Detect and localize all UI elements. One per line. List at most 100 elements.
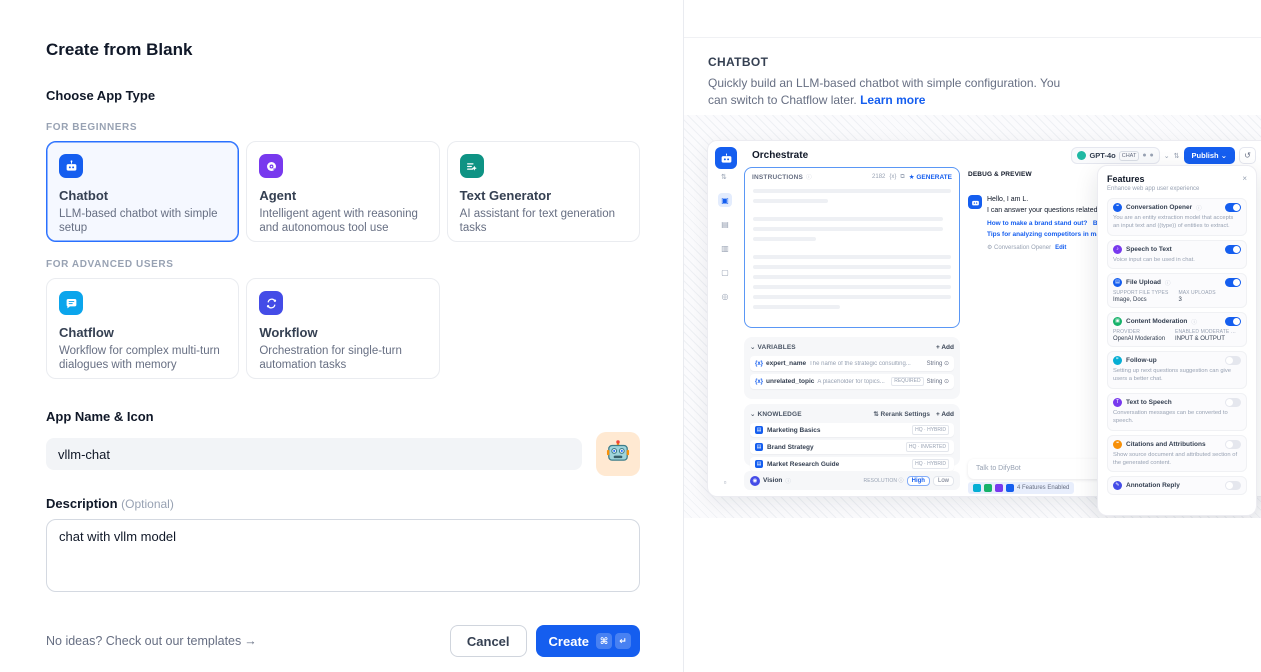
feature-follow-up: ❞ Follow-up Setting up next questions su… — [1107, 351, 1247, 389]
app-type-info-panel: CHATBOT Quickly build an LLM-based chatb… — [683, 0, 1261, 672]
instructions-skeleton — [745, 184, 959, 320]
collapse-icon: ▫ — [718, 475, 732, 489]
preview-app-icon — [715, 147, 737, 169]
resolution-high-chip: High — [907, 476, 930, 486]
toggle-follow-up[interactable] — [1225, 356, 1241, 365]
follow-up-icon: ❞ — [1113, 356, 1122, 365]
speech-to-text-icon: ♪ — [1113, 245, 1122, 254]
app-type-desc: Intelligent agent with reasoning and aut… — [259, 207, 426, 235]
robot-emoji-icon — [605, 439, 631, 470]
cancel-button[interactable]: Cancel — [450, 625, 527, 657]
orchestrate-title: Orchestrate — [752, 150, 808, 161]
templates-link[interactable]: No ideas? Check out our templates→ — [46, 634, 257, 648]
edit-opener-link: Edit — [1055, 245, 1066, 251]
feature-conversation-opener: ❝ Conversation Openerⓘ You are an entity… — [1107, 198, 1247, 236]
feature-content-moderation: ▣ Content Moderationⓘ PROVIDEROpenAI Mod… — [1107, 312, 1247, 347]
app-name-input[interactable] — [46, 438, 582, 470]
text-generator-icon — [460, 154, 484, 178]
app-name-label: App Name & Icon — [46, 409, 640, 424]
rerank-settings-button: ⇅ Rerank Settings — [873, 410, 930, 418]
create-button[interactable]: Create ⌘ ↵ — [536, 625, 640, 657]
instructions-panel: INSTRUCTIONS ⓘ 2182 {x} ⧉ ★ GENERATE — [744, 167, 960, 328]
for-advanced-users-label: FOR ADVANCED USERS — [46, 259, 640, 270]
toggle-content-moderation[interactable] — [1225, 317, 1241, 326]
model-selector: GPT-4o CHAT ● ● — [1071, 147, 1159, 164]
logs-icon: ▥ — [718, 241, 732, 255]
annotation-icon: ▢ — [718, 265, 732, 279]
feature-text-to-speech: T Text to Speech Conversation messages c… — [1107, 393, 1247, 431]
agent-icon — [259, 154, 283, 178]
knowledge-panel: ⌄ KNOWLEDGE ⇅ Rerank Settings + Add ▤ Ma… — [744, 404, 960, 466]
speech-mini-icon — [995, 484, 1003, 492]
advanced-app-type-grid: Chatflow Workflow for complex multi-turn… — [46, 278, 640, 379]
close-icon: × — [1242, 174, 1247, 183]
app-type-card-text-generator[interactable]: Text Generator AI assistant for text gen… — [447, 141, 640, 242]
app-type-name: Agent — [259, 188, 426, 203]
settings-icon: ◎ — [718, 289, 732, 303]
preview-area: ⇅ ▣ ▤ ▥ ▢ ◎ ▫ Orchestrate GPT-4o CHAT ● — [684, 115, 1261, 518]
create-app-screen: Create from Blank Choose App Type FOR BE… — [0, 0, 1261, 672]
toggle-file-upload[interactable] — [1225, 278, 1241, 287]
debug-preview-title: DEBUG & PREVIEW — [968, 171, 1032, 178]
dataset-icon: ▤ — [755, 443, 763, 451]
shortcut-hint: ⌘ ↵ — [596, 633, 631, 649]
app-type-name: Chatflow — [59, 325, 226, 340]
app-type-card-chatflow[interactable]: Chatflow Workflow for complex multi-turn… — [46, 278, 239, 379]
toggle-speech-to-text[interactable] — [1225, 245, 1241, 254]
bot-greeting: Hello, I am L. I can answer your questio… — [968, 195, 1118, 251]
toggle-text-to-speech[interactable] — [1225, 398, 1241, 407]
preview-icon: ▤ — [718, 217, 732, 231]
chevron-down-icon: ⌄ — [1164, 152, 1170, 160]
app-type-name: Workflow — [259, 325, 426, 340]
app-type-desc: Orchestration for single-turn automation… — [259, 344, 426, 372]
file-upload-icon: ▤ — [1113, 278, 1122, 287]
page-title: Create from Blank — [46, 40, 640, 60]
choose-app-type-label: Choose App Type — [46, 88, 640, 103]
enter-key-icon: ↵ — [615, 633, 631, 649]
features-enabled-badge: 4 Features Enabled — [968, 482, 1074, 494]
app-type-name: Text Generator — [460, 188, 627, 203]
learn-more-link[interactable]: Learn more — [860, 93, 925, 107]
beginner-app-type-grid: Chatbot LLM-based chatbot with simple se… — [46, 141, 640, 242]
vision-icon: ◉ — [750, 476, 760, 486]
orchestrate-tab-icon: ▣ — [718, 193, 732, 207]
chatbot-icon — [59, 154, 83, 178]
vision-row: ◉ Vision ⓘ RESOLUTION ⓘ High Low — [744, 471, 960, 490]
bot-avatar — [968, 195, 982, 209]
variable-row: {x} unrelated_topic A placeholder for to… — [750, 374, 954, 389]
app-type-desc: AI assistant for text generation tasks — [460, 207, 627, 235]
feature-speech-to-text: ♪ Speech to Text Voice input can be used… — [1107, 240, 1247, 270]
chatflow-icon — [59, 291, 83, 315]
app-type-card-workflow[interactable]: Workflow Orchestration for single-turn a… — [246, 278, 439, 379]
arrow-right-icon: → — [244, 634, 257, 648]
publish-button: Publish ⌄ — [1184, 147, 1235, 164]
text-to-speech-icon: T — [1113, 398, 1122, 407]
dataset-icon: ▤ — [755, 426, 763, 434]
toggle-conversation-opener[interactable] — [1225, 203, 1241, 212]
params-icon: ● — [1150, 152, 1154, 159]
toggle-annotation-reply[interactable] — [1225, 481, 1241, 490]
model-provider-icon — [1077, 151, 1086, 160]
app-icon-picker[interactable] — [596, 432, 640, 476]
generate-button: ★ GENERATE — [909, 173, 952, 181]
feature-annotation-reply: ✎ Annotation Reply — [1107, 476, 1247, 495]
moderation-mini-icon — [984, 484, 992, 492]
app-type-desc: LLM-based chatbot with simple setup — [59, 207, 226, 235]
add-variable-button: + Add — [936, 344, 954, 351]
toggle-citations[interactable] — [1225, 440, 1241, 449]
tune-icon: ⇅ — [1174, 152, 1180, 160]
optional-label: (Optional) — [121, 497, 174, 511]
content-moderation-icon: ▣ — [1113, 317, 1122, 326]
knowledge-row: ▤ Brand Strategy HQ · INVERTED — [750, 440, 954, 454]
app-type-card-chatbot[interactable]: Chatbot LLM-based chatbot with simple se… — [46, 141, 239, 242]
create-from-blank-panel: Create from Blank Choose App Type FOR BE… — [0, 0, 683, 672]
dataset-icon: ▤ — [755, 460, 763, 468]
variable-row: {x} expert_name The name of the strategi… — [750, 356, 954, 371]
right-panel-footer-space — [684, 518, 1261, 672]
description-input[interactable]: chat with vllm model — [46, 519, 640, 592]
annotation-reply-icon: ✎ — [1113, 481, 1122, 490]
copy-icon: ⧉ — [900, 174, 904, 181]
app-type-card-agent[interactable]: Agent Intelligent agent with reasoning a… — [246, 141, 439, 242]
chatbot-description: Quickly build an LLM-based chatbot with … — [708, 75, 1237, 110]
resolution-low-chip: Low — [933, 476, 954, 486]
